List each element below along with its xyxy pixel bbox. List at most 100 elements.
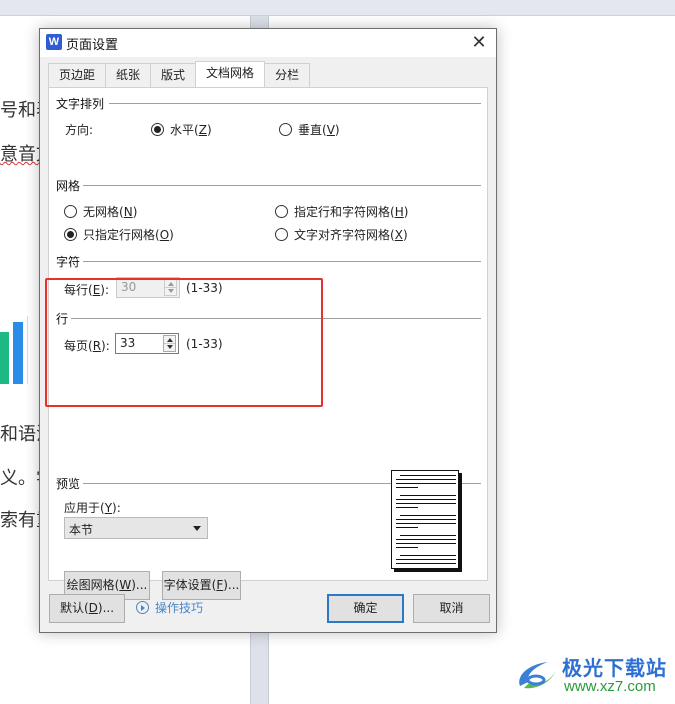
watermark-logo-icon: [519, 662, 556, 689]
preview-paper: [391, 470, 459, 569]
accel-key: N: [123, 204, 133, 219]
section-divider: [83, 185, 481, 186]
section-divider: [109, 103, 481, 104]
preview-text-line: [396, 483, 456, 484]
dialog-title: 页面设置: [66, 38, 119, 53]
chars-per-line-range: (1-33): [186, 281, 223, 295]
apply-to-dropdown[interactable]: 本节: [64, 517, 208, 539]
chart-axis: [27, 316, 28, 384]
close-icon: ✕: [471, 32, 487, 53]
watermark-url: www.xz7.com: [564, 678, 656, 695]
accel-key: V: [326, 122, 335, 137]
tab-layout[interactable]: 版式: [150, 63, 197, 87]
ok-button[interactable]: 确定: [327, 594, 404, 623]
play-circle-icon: [136, 601, 149, 614]
dialog-titlebar[interactable]: W 页面设置 ✕: [40, 29, 496, 57]
font-settings-button[interactable]: 字体设置(F)...: [162, 571, 241, 600]
tab-columns[interactable]: 分栏: [264, 63, 311, 87]
lines-per-page-label: 每页(R):: [64, 339, 110, 353]
button-label: )...: [223, 578, 240, 592]
embedded-chart-fragment: [0, 316, 42, 386]
button-label: 绘图网格(: [66, 578, 120, 592]
button-label: 字体设置(: [163, 578, 217, 592]
chars-per-line-stepper[interactable]: 30: [116, 277, 180, 298]
radio-label: 无网格: [83, 205, 120, 219]
watermark: 极光下载站 www.xz7.com: [512, 648, 672, 700]
tips-link[interactable]: 操作技巧: [136, 599, 203, 616]
radio-indicator-selected: [151, 123, 164, 136]
accel-key: X: [394, 227, 403, 242]
stepper-arrows[interactable]: [164, 279, 177, 296]
wps-writer-icon: W: [46, 34, 62, 50]
section-characters-label: 字符: [56, 253, 83, 270]
apply-to-label: 应用于(Y):: [64, 501, 121, 515]
chevron-down-icon: [193, 526, 201, 531]
radio-indicator: [64, 205, 77, 218]
label-text: 每页: [64, 339, 89, 353]
stepper-divider: [165, 287, 176, 288]
radio-line-grid-only[interactable]: 只指定行网格(O): [64, 226, 174, 243]
decrement-icon: [167, 345, 173, 349]
preview-text-line: [396, 499, 456, 500]
preview-text-line: [396, 539, 456, 540]
apply-to-value: 本节: [69, 523, 94, 537]
label-text: 每行: [64, 283, 89, 297]
tab-document-grid[interactable]: 文档网格: [195, 61, 266, 87]
preview-text-line: [396, 487, 418, 488]
radio-snap-to-char-grid[interactable]: 文字对齐字符网格(X): [275, 226, 408, 243]
label-text: 应用于: [64, 501, 101, 515]
radio-no-grid[interactable]: 无网格(N): [64, 203, 137, 220]
radio-label: 文字对齐字符网格: [294, 228, 391, 242]
stepper-divider: [164, 343, 175, 344]
stepper-arrows[interactable]: [163, 335, 176, 352]
tab-paper[interactable]: 纸张: [105, 63, 152, 87]
radio-line-and-char-grid[interactable]: 指定行和字符网格(H): [275, 203, 408, 220]
default-button[interactable]: 默认(D)...: [49, 594, 125, 623]
chars-per-line-value: 30: [121, 280, 137, 294]
preview-text-line: [396, 547, 418, 548]
cancel-button[interactable]: 取消: [413, 594, 490, 623]
accel-key: D: [88, 601, 98, 615]
preview-text-line: [400, 495, 456, 496]
lines-per-page-value: 33: [120, 336, 136, 350]
lines-per-page-range: (1-33): [186, 337, 223, 351]
accel-key: W: [119, 578, 132, 592]
preview-text-line: [396, 527, 418, 528]
accel-key: E: [92, 283, 101, 297]
preview-text-line: [400, 555, 456, 556]
preview-text-line: [400, 475, 456, 476]
preview-text-line: [396, 559, 456, 560]
direction-label: 方向:: [65, 123, 94, 137]
button-label: )...: [131, 578, 148, 592]
tab-bar: 页边距 纸张 版式 文档网格 分栏: [48, 61, 311, 87]
button-label: )...: [97, 601, 115, 615]
radio-label: 垂直: [298, 123, 323, 137]
accel-key: Y: [104, 501, 113, 515]
radio-indicator: [275, 205, 288, 218]
preview-text-line: [396, 479, 456, 480]
preview-text-line: [396, 543, 456, 544]
preview-text-line: [396, 503, 456, 504]
chars-per-line-label: 每行(E):: [64, 283, 110, 297]
accel-key: R: [92, 339, 102, 353]
chart-bar-blue: [13, 322, 23, 384]
accel-key: Z: [198, 122, 207, 137]
section-grid-label: 网格: [56, 177, 83, 194]
close-button[interactable]: ✕: [468, 32, 490, 54]
increment-icon: [167, 338, 173, 342]
tab-margins[interactable]: 页边距: [48, 63, 107, 87]
radio-horizontal[interactable]: 水平(Z): [151, 121, 212, 138]
radio-vertical[interactable]: 垂直(V): [279, 121, 340, 138]
increment-icon: [168, 282, 174, 286]
preview-text-line: [400, 535, 456, 536]
preview-text-line: [400, 515, 456, 516]
preview-text-line: [396, 523, 456, 524]
lines-per-page-stepper[interactable]: 33: [115, 333, 179, 354]
accel-key: H: [394, 204, 404, 219]
radio-indicator: [279, 123, 292, 136]
watermark-title: 极光下载站: [562, 656, 667, 680]
preview-text-line: [396, 507, 418, 508]
section-divider: [71, 318, 481, 319]
chart-bar-green: [0, 332, 9, 384]
accel-key: O: [159, 227, 170, 242]
